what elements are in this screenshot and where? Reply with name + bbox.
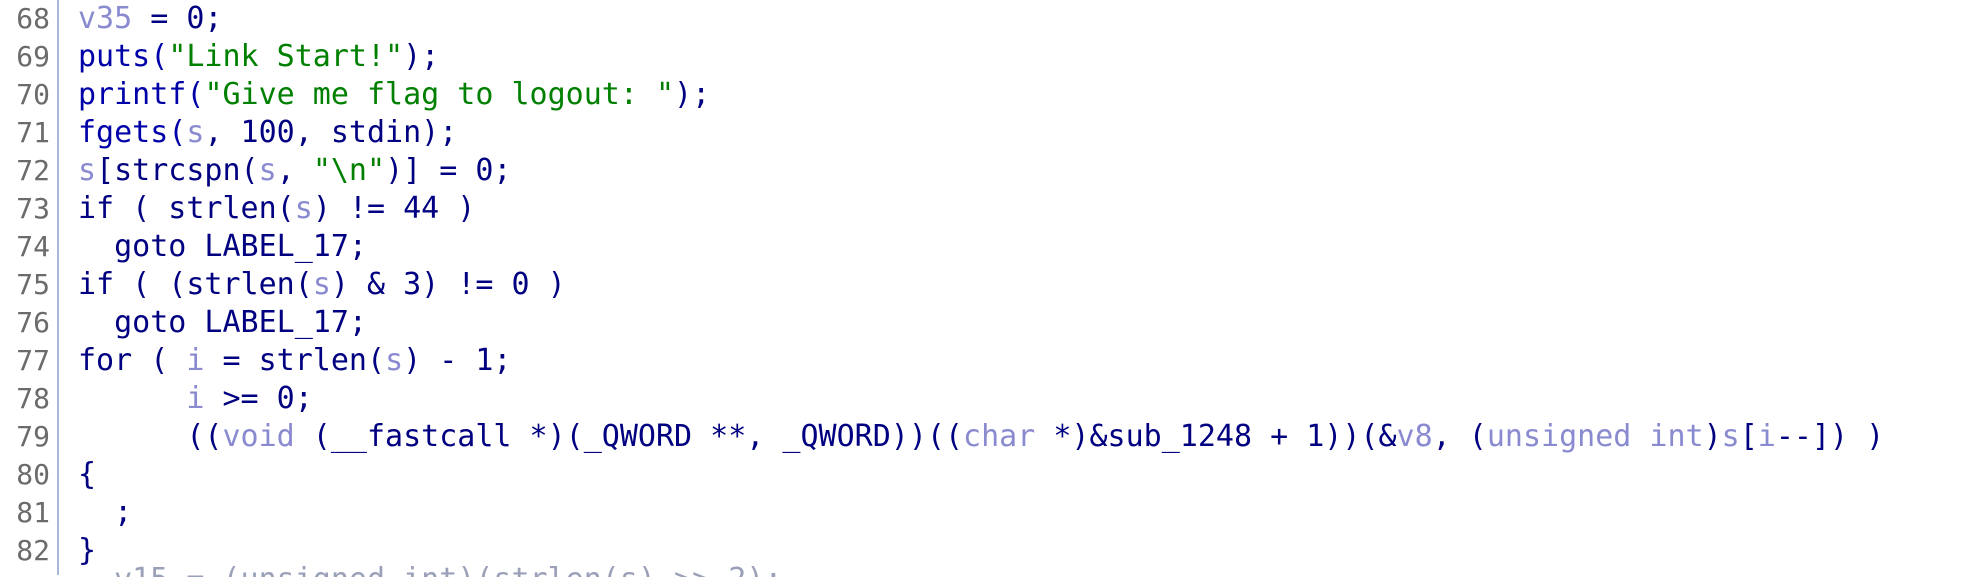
code-line[interactable]: 69 puts("Link Start!"); xyxy=(0,38,1980,76)
line-number: 82 xyxy=(16,534,50,567)
code-text[interactable]: for ( i = strlen(s) - 1; xyxy=(78,342,512,380)
code-token[interactable]: puts( xyxy=(78,39,168,74)
code-token: , xyxy=(276,153,313,188)
code-token: *)&sub_1248 + 1))(& xyxy=(1035,419,1397,454)
variable-token[interactable]: i xyxy=(1758,419,1776,454)
code-text[interactable]: puts("Link Start!"); xyxy=(78,38,439,76)
code-token: = strlen( xyxy=(204,343,386,378)
code-token: , 100, stdin); xyxy=(204,115,458,150)
line-number: 73 xyxy=(16,192,50,225)
code-token: ) xyxy=(1703,419,1722,454)
code-token: [strcspn( xyxy=(96,153,259,188)
variable-token[interactable]: v35 xyxy=(78,1,132,36)
code-token: if ( (strlen( xyxy=(78,267,313,302)
line-number: 71 xyxy=(16,116,50,149)
string-literal: "Give me flag to logout: " xyxy=(204,77,675,112)
line-number: 77 xyxy=(16,344,50,377)
code-text[interactable]: goto LABEL_17; xyxy=(78,228,367,266)
code-line[interactable]: 77 for ( i = strlen(s) - 1; xyxy=(0,342,1980,380)
code-token: ); xyxy=(674,77,711,112)
line-number: 68 xyxy=(16,2,50,35)
variable-token[interactable]: i xyxy=(186,381,204,416)
code-text[interactable]: { xyxy=(78,456,96,494)
line-number: 76 xyxy=(16,306,50,339)
code-token: , ( xyxy=(1432,419,1487,454)
variable-token[interactable]: s xyxy=(78,153,96,188)
variable-token[interactable]: v8 xyxy=(1397,419,1433,454)
pseudocode-editor[interactable]: 68 v35 = 0; 69 puts("Link Start!"); 70 printf… xyxy=(0,0,1980,577)
code-token: ); xyxy=(403,39,440,74)
code-text[interactable]: ((void (__fastcall *)(_QWORD **, _QWORD)… xyxy=(78,418,1884,456)
code-token[interactable]: printf( xyxy=(78,77,204,112)
code-token: goto LABEL_17; xyxy=(78,305,367,340)
line-number: 81 xyxy=(16,496,50,529)
code-line[interactable]: 68 v35 = 0; xyxy=(0,0,1980,38)
code-token: goto LABEL_17; xyxy=(78,229,367,264)
code-token: if ( strlen( xyxy=(78,191,295,226)
code-token: ; xyxy=(78,495,133,530)
code-token: ) != 44 ) xyxy=(312,191,476,226)
line-number: 74 xyxy=(16,230,50,263)
code-line[interactable]: 74 goto LABEL_17; xyxy=(0,228,1980,266)
variable-token[interactable]: s xyxy=(259,153,277,188)
variable-token[interactable]: i xyxy=(186,343,204,378)
line-number: 80 xyxy=(16,458,50,491)
code-line[interactable]: 71 fgets(s, 100, stdin); xyxy=(0,114,1980,152)
code-line[interactable]: 73 if ( strlen(s) != 44 ) xyxy=(0,190,1980,228)
line-number: 78 xyxy=(16,382,50,415)
variable-token[interactable]: void xyxy=(223,419,295,454)
variable-token[interactable]: s xyxy=(1722,419,1740,454)
code-line[interactable]: 72 s[strcspn(s, "\n")] = 0; xyxy=(0,152,1980,190)
code-line[interactable]: 79 ((void (__fastcall *)(_QWORD **, _QWO… xyxy=(0,418,1980,456)
variable-token[interactable]: s xyxy=(313,267,331,302)
code-token: { xyxy=(78,457,97,492)
line-number: 75 xyxy=(16,268,50,301)
code-line[interactable]: 76 goto LABEL_17; xyxy=(0,304,1980,342)
code-token: = 0; xyxy=(132,1,223,36)
code-token[interactable]: fgets( xyxy=(78,115,186,150)
code-text[interactable]: s[strcspn(s, "\n")] = 0; xyxy=(78,152,512,190)
code-token: --]) ) xyxy=(1775,419,1885,454)
code-text[interactable]: if ( (strlen(s) & 3) != 0 ) xyxy=(78,266,566,304)
code-line[interactable]: 70 printf("Give me flag to logout: "); xyxy=(0,76,1980,114)
code-token: (( xyxy=(78,419,223,454)
code-line[interactable]: 75 if ( (strlen(s) & 3) != 0 ) xyxy=(0,266,1980,304)
line-number: 72 xyxy=(16,154,50,187)
string-literal: "\n" xyxy=(312,153,386,188)
variable-token[interactable]: s xyxy=(295,191,313,226)
code-text[interactable]: if ( strlen(s) != 44 ) xyxy=(78,190,475,228)
code-text[interactable]: v35 = 0; xyxy=(78,0,223,38)
variable-token[interactable]: unsigned int xyxy=(1487,419,1704,454)
code-token: ) - 1; xyxy=(403,343,512,378)
code-token: [ xyxy=(1739,419,1758,454)
variable-token[interactable]: s xyxy=(385,343,403,378)
line-number: 70 xyxy=(16,78,50,111)
code-line[interactable]: 81 ; xyxy=(0,494,1980,532)
code-text[interactable]: i >= 0; xyxy=(78,380,313,418)
line-number: 69 xyxy=(16,40,50,73)
code-token: (__fastcall *)(_QWORD **, _QWORD))(( xyxy=(294,419,964,454)
code-text[interactable]: fgets(s, 100, stdin); xyxy=(78,114,457,152)
variable-token[interactable]: s xyxy=(186,115,204,150)
code-text[interactable]: printf("Give me flag to logout: "); xyxy=(78,76,710,114)
code-token: >= 0; xyxy=(204,381,313,416)
code-token: ) & 3) != 0 ) xyxy=(330,267,566,302)
code-line[interactable]: 78 i >= 0; xyxy=(0,380,1980,418)
code-token: )] = 0; xyxy=(385,153,512,188)
code-line[interactable]: 80 { xyxy=(0,456,1980,494)
string-literal: "Link Start!" xyxy=(168,39,404,74)
code-token: for ( xyxy=(78,343,187,378)
variable-token[interactable]: char xyxy=(963,419,1035,454)
code-text[interactable]: ; xyxy=(78,494,132,532)
code-text[interactable]: goto LABEL_17; xyxy=(78,304,367,342)
line-number: 79 xyxy=(16,420,50,453)
